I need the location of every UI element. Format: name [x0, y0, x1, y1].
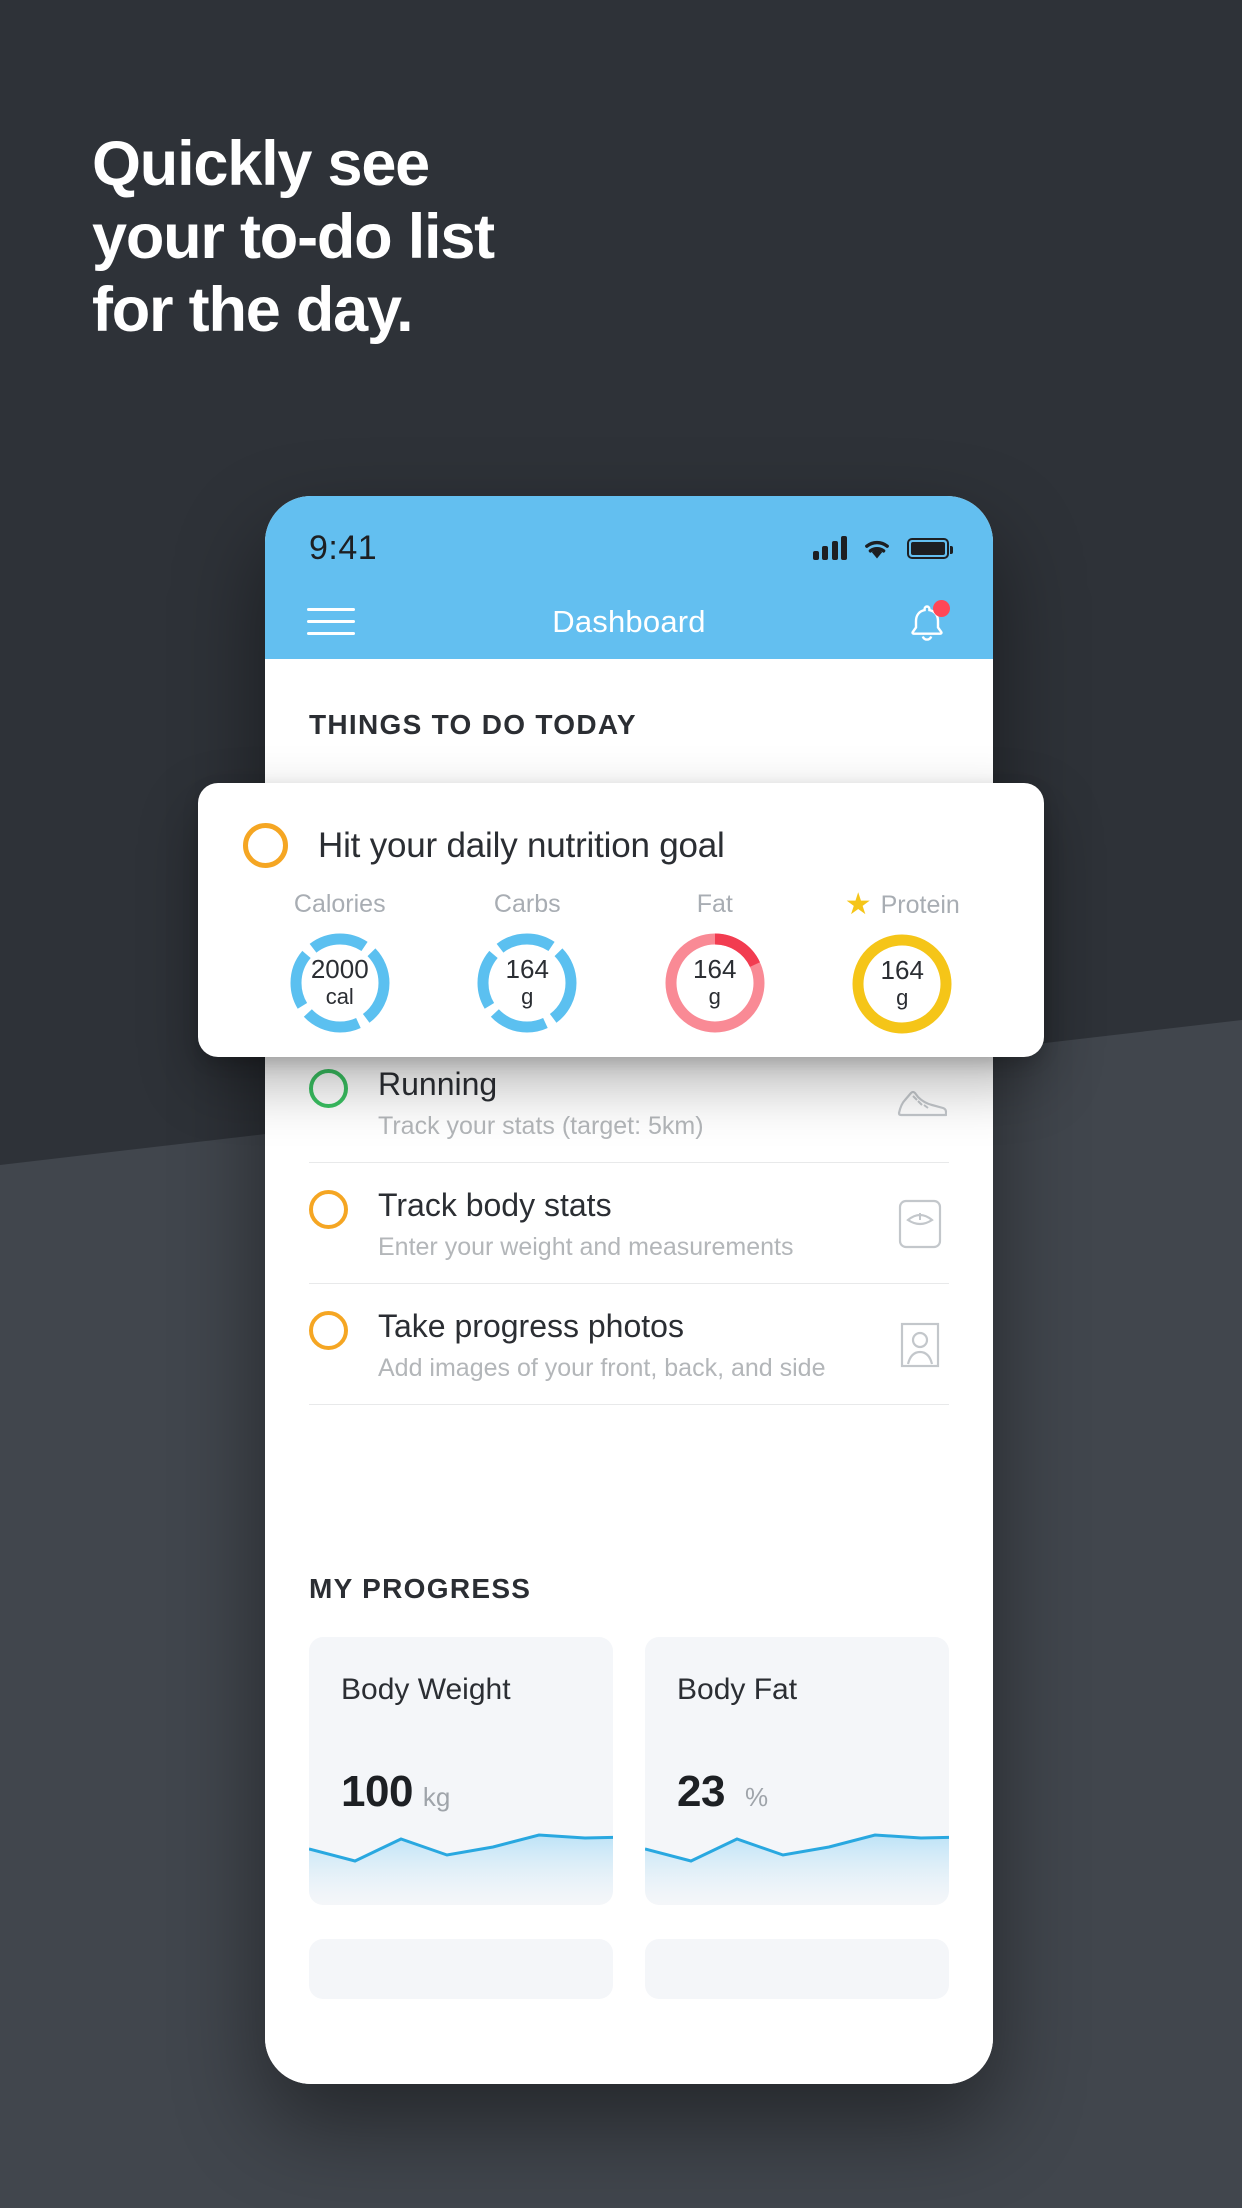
- macro-label-text: Calories: [293, 890, 386, 918]
- macro-unit: g: [896, 985, 909, 1010]
- macro-ring: 164 g: [473, 929, 581, 1037]
- progress-card-unit: kg: [422, 1782, 451, 1812]
- task-subtitle: Enter your weight and measurements: [378, 1233, 794, 1261]
- hamburger-menu-icon[interactable]: [307, 608, 355, 635]
- macro-value: 164 g: [661, 929, 769, 1037]
- star-icon: ★: [844, 888, 872, 921]
- macro-label: ★ Protein: [845, 890, 960, 920]
- task-subtitle: Track your stats (target: 5km): [378, 1112, 704, 1140]
- task-row[interactable]: Track body stats Enter your weight and m…: [309, 1163, 949, 1284]
- todo-section-title: THINGS TO DO TODAY: [309, 709, 637, 740]
- photo-person-icon: [891, 1316, 949, 1374]
- signal-bars-icon: [812, 536, 847, 560]
- task-status-ring[interactable]: [309, 1190, 348, 1229]
- task-row[interactable]: Take progress photos Add images of your …: [309, 1284, 949, 1405]
- macro-number: 164: [880, 955, 924, 985]
- task-title: Running: [378, 1066, 498, 1102]
- nutrition-card-header: Hit your daily nutrition goal: [198, 783, 1044, 868]
- macro-fat[interactable]: Fat 164 g: [621, 890, 809, 1038]
- progress-card-body-weight[interactable]: Body Weight 100 kg: [309, 1637, 613, 1905]
- wifi-icon: [865, 540, 889, 558]
- macro-unit: g: [521, 984, 534, 1009]
- macro-ring-row: Calories 2000 cal Carbs 164 g Fat 164 g …: [198, 868, 1044, 1038]
- progress-card-number: 23: [677, 1767, 725, 1816]
- macro-value: 164 g: [848, 930, 956, 1038]
- task-title: Track body stats: [378, 1187, 612, 1223]
- macro-unit: cal: [325, 984, 354, 1009]
- notification-badge: [933, 599, 950, 617]
- macro-value: 2000 cal: [286, 929, 394, 1037]
- progress-card-grid: Body Weight 100 kg Body Fat 23 %: [309, 1637, 949, 1905]
- task-row[interactable]: Running Track your stats (target: 5km): [309, 1041, 949, 1163]
- status-bar: 9:41: [265, 496, 993, 584]
- nutrition-goal-card[interactable]: Hit your daily nutrition goal Calories 2…: [198, 783, 1044, 1057]
- progress-card-title: Body Fat: [677, 1673, 798, 1706]
- macro-ring: 164 g: [848, 930, 956, 1038]
- progress-card-value: 23 %: [677, 1767, 768, 1817]
- running-shoe-icon: [891, 1074, 949, 1132]
- battery-full-icon: [907, 537, 953, 559]
- progress-card-unit: %: [744, 1782, 769, 1812]
- promo-headline: Quickly see your to-do list for the day.: [92, 129, 495, 345]
- macro-value: 164 g: [473, 929, 581, 1037]
- notification-bell-icon[interactable]: [903, 598, 951, 646]
- progress-card-title: Body Weight: [341, 1673, 511, 1706]
- macro-number: 164: [693, 954, 737, 984]
- macro-label: Calories: [294, 890, 386, 919]
- macro-ring: 2000 cal: [286, 929, 394, 1037]
- macro-number: 2000: [310, 954, 369, 984]
- task-status-ring[interactable]: [243, 823, 288, 868]
- macro-label-text: Protein: [880, 890, 960, 919]
- nutrition-card-title: Hit your daily nutrition goal: [318, 825, 725, 865]
- progress-card-partial[interactable]: [645, 1939, 949, 1999]
- task-subtitle: Add images of your front, back, and side: [378, 1354, 826, 1382]
- status-icons: [812, 536, 953, 561]
- macro-carbs[interactable]: Carbs 164 g: [434, 890, 622, 1038]
- sparkline-chart: [645, 1833, 949, 1905]
- status-clock: 9:41: [309, 528, 378, 567]
- macro-label-text: Fat: [696, 890, 733, 918]
- weight-scale-icon: [891, 1195, 949, 1253]
- task-text: Track body stats Enter your weight and m…: [378, 1185, 891, 1263]
- progress-card-number: 100: [341, 1767, 413, 1816]
- nav-bar: Dashboard: [265, 584, 993, 659]
- task-text: Take progress photos Add images of your …: [378, 1306, 891, 1384]
- sparkline-chart: [309, 1833, 613, 1905]
- macro-unit: g: [708, 984, 721, 1009]
- macro-label: Fat: [697, 890, 733, 919]
- macro-number: 164: [505, 954, 549, 984]
- task-status-ring[interactable]: [309, 1311, 348, 1350]
- progress-card-body-fat[interactable]: Body Fat 23 %: [645, 1637, 949, 1905]
- macro-calories[interactable]: Calories 2000 cal: [246, 890, 434, 1038]
- macro-protein[interactable]: ★ Protein 164 g: [809, 890, 997, 1038]
- phone-mockup: 9:41 Dashboard THINGS TO DO TODAY Runnin…: [265, 496, 993, 2084]
- macro-label-text: Carbs: [493, 890, 561, 918]
- page-title: Dashboard: [552, 603, 706, 639]
- progress-card-value: 100 kg: [341, 1767, 450, 1817]
- progress-section-title: MY PROGRESS: [309, 1573, 532, 1604]
- task-text: Running Track your stats (target: 5km): [378, 1064, 891, 1142]
- task-status-ring[interactable]: [309, 1069, 348, 1108]
- macro-label: Carbs: [494, 890, 561, 919]
- task-title: Take progress photos: [378, 1308, 684, 1344]
- progress-card-partial[interactable]: [309, 1939, 613, 1999]
- progress-card-grid-partial: [309, 1939, 949, 1999]
- macro-ring: 164 g: [661, 929, 769, 1037]
